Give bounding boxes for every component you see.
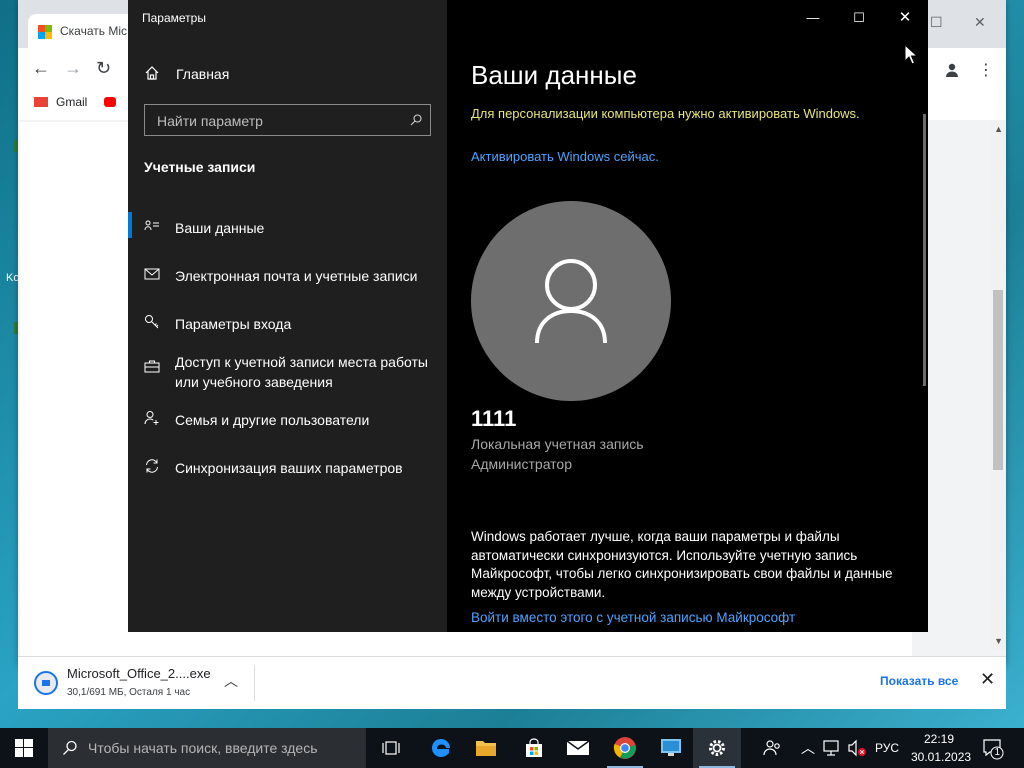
download-file-name[interactable]: Microsoft_Office_2....exe [67,666,211,681]
youtube-icon[interactable] [104,97,116,107]
chrome-maximize-button[interactable]: ☐ [930,14,943,31]
sidebar-item-label: Синхронизация ваших параметров [175,460,403,476]
back-icon[interactable]: ← [32,58,50,79]
search-icon[interactable] [410,114,422,126]
edge-icon [432,739,450,757]
sidebar-item-your-info[interactable]: Ваши данные [128,210,447,250]
scroll-up-icon[interactable]: ▲ [994,124,1003,134]
mail-icon [566,740,590,755]
people-icon[interactable] [763,738,783,758]
maximize-button[interactable]: ☐ [836,6,882,30]
chrome-close-button[interactable]: ✕ [974,14,986,31]
home-icon [145,66,159,80]
taskbar-app-edge[interactable] [417,728,465,768]
notification-center-icon[interactable]: 1 [982,738,1004,760]
key-icon [145,315,159,329]
taskbar-search-box[interactable]: Чтобы начать поиск, введите здесь [48,728,366,768]
reload-icon[interactable]: ↻ [96,58,111,79]
sidebar-item-label: Доступ к учетной записи места работы или… [175,354,428,390]
activation-warning: Для персонализации компьютера нужно акти… [471,106,860,121]
network-icon[interactable] [822,739,840,757]
chrome-menu-icon[interactable]: ⋮ [978,60,994,80]
clock-date[interactable]: 30.01.2023 [911,750,971,764]
settings-window: Параметры Главная Учетные записи Ваши да… [128,0,928,632]
briefcase-icon [144,360,160,373]
download-bar: Microsoft_Office_2....exe 30,1/691 МБ, О… [18,656,1006,709]
avatar [471,201,671,401]
close-button[interactable]: ✕ [882,6,928,30]
settings-content: Ваши данные Для персонализации компьютер… [447,0,928,632]
chevron-up-icon[interactable]: ︿ [224,671,238,691]
start-button[interactable] [0,728,48,768]
gmail-icon [34,97,48,107]
language-indicator[interactable]: РУС [875,741,899,755]
task-view-icon [382,741,400,755]
microsoft-account-signin-link[interactable]: Войти вместо этого с учетной записью Май… [471,610,795,625]
sidebar-item-sync[interactable]: Синхронизация ваших параметров [128,450,447,490]
clock-time[interactable]: 22:19 [924,732,954,746]
sidebar-item-label: Параметры входа [175,316,292,332]
show-hidden-icons-chevron-icon[interactable]: ︿ [801,738,815,758]
taskbar-search-placeholder: Чтобы начать поиск, введите здесь [88,740,318,756]
settings-search-box[interactable] [144,104,431,136]
person-card-icon [144,220,159,231]
remote-desktop-icon [661,739,681,756]
chrome-icon [613,737,636,759]
show-all-downloads-button[interactable]: Показать все [880,674,958,688]
user-name: 1111 [471,406,517,431]
sync-icon [146,459,158,473]
activate-windows-link[interactable]: Активировать Windows сейчас. [471,149,659,164]
sidebar-item-sign-in-options[interactable]: Параметры входа [128,306,447,346]
taskbar-app-settings[interactable] [693,728,741,768]
sidebar-item-email-accounts[interactable]: Электронная почта и учетные записи [128,258,447,298]
microsoft-logo-icon [38,25,52,39]
notification-count: 1 [994,746,1001,758]
profile-icon[interactable] [944,62,960,78]
mouse-cursor-icon [904,44,918,65]
folder-icon [476,741,496,756]
taskbar-app-remote-desktop[interactable] [647,728,695,768]
account-role: Администратор [471,456,573,472]
forward-icon[interactable]: → [64,58,82,79]
scrollbar-thumb[interactable] [993,290,1003,470]
page-scrollbar[interactable]: ▲ ▼ [990,120,1006,650]
sync-description: Windows работает лучше, когда ваши парам… [471,529,893,600]
content-scrollbar[interactable] [923,114,926,386]
chrome-tab-title: Скачать Mic [60,24,127,38]
person-add-icon [144,411,159,425]
sidebar-item-family[interactable]: Семья и другие пользователи [128,402,447,442]
mail-icon [144,268,160,280]
taskbar-app-store[interactable] [510,728,558,768]
taskbar-app-file-explorer[interactable] [462,728,510,768]
gear-icon [709,740,725,756]
task-view-button[interactable] [368,728,416,768]
taskbar-app-mail[interactable] [554,728,602,768]
window-title: Параметры [142,11,206,25]
scroll-down-icon[interactable]: ▼ [994,636,1003,646]
sidebar-home-label: Главная [176,66,230,82]
taskbar-app-chrome[interactable] [601,728,649,768]
settings-search-input[interactable] [155,111,399,131]
sidebar-item-label: Электронная почта и учетные записи [175,268,418,284]
installer-file-icon[interactable] [34,671,58,695]
user-silhouette-icon [535,259,607,344]
volume-muted-icon[interactable] [847,739,867,757]
sidebar-item-label: Ваши данные [175,220,265,236]
sidebar-item-label: Семья и другие пользователи [175,412,370,428]
minimize-button[interactable]: — [790,6,836,30]
section-heading: Учетные записи [144,159,256,175]
windows-logo-icon [15,739,33,757]
sidebar-item-work-access[interactable]: Доступ к учетной записи места работы или… [128,344,447,392]
divider [254,665,255,701]
store-icon [526,738,542,757]
download-status: 30,1/691 МБ, Осталя 1 час [67,687,191,698]
close-download-bar-button[interactable]: ✕ [980,669,995,690]
page-title: Ваши данные [471,60,637,90]
account-type: Локальная учетная запись [471,436,644,452]
bookmark-gmail[interactable]: Gmail [56,95,87,109]
taskbar: Чтобы начать поиск, введите здесь ︿ РУС … [0,728,1024,768]
settings-sidebar: Параметры Главная Учетные записи Ваши да… [128,0,447,632]
search-icon [63,740,77,755]
